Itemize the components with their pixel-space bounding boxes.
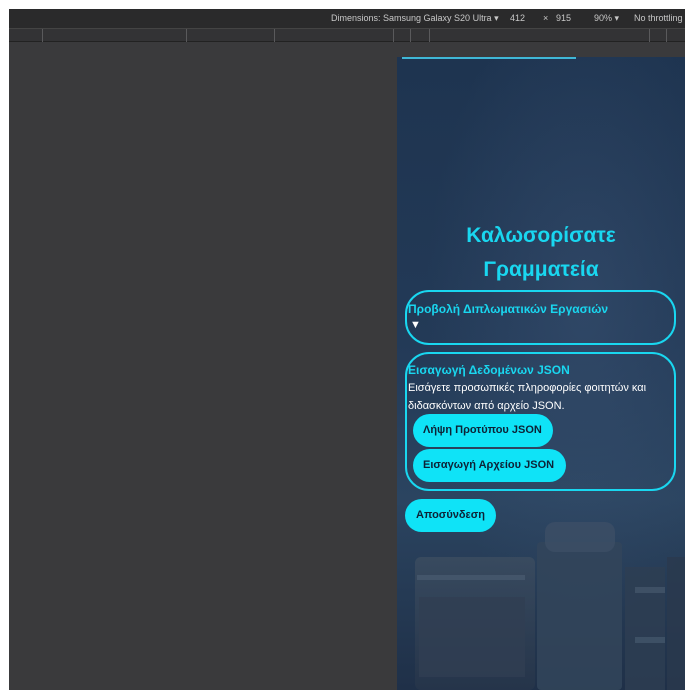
ruler-tick — [186, 29, 187, 42]
expand-toggle-icon[interactable]: ▼ — [410, 319, 674, 331]
download-template-button[interactable]: Λήψη Προτύπου JSON — [413, 414, 553, 447]
logout-button[interactable]: Αποσύνδεση — [405, 499, 496, 532]
ruler-tick — [429, 29, 430, 42]
ruler-tick — [393, 29, 394, 42]
viewport-height-input[interactable]: 915 — [556, 13, 571, 23]
devtools-window: Dimensions: Samsung Galaxy S20 Ultra ▾ 4… — [9, 9, 685, 690]
zoom-select[interactable]: 90% ▾ — [594, 13, 619, 24]
ruler-tick — [649, 29, 650, 42]
throttling-select[interactable]: No throttling — [634, 13, 683, 23]
json-import-title: Εισαγωγή Δεδομένων JSON — [408, 363, 570, 377]
welcome-line1: Καλωσορίσατε — [466, 224, 616, 247]
times-separator: × — [543, 13, 549, 23]
device-dimensions-select[interactable]: Dimensions: Samsung Galaxy S20 Ultra ▾ — [331, 13, 499, 24]
viewport-width-input[interactable]: 412 — [510, 13, 525, 23]
ruler-tick — [274, 29, 275, 42]
json-import-description: Εισάγετε προσωπικές πληροφορίες φοιτητών… — [408, 382, 647, 412]
header-accent-line — [402, 57, 576, 59]
theses-title: Προβολή Διπλωματικών Εργασιών — [408, 302, 609, 316]
ruler-tick — [410, 29, 411, 42]
welcome-line2: Γραμματεία — [483, 258, 599, 281]
ruler-tick — [42, 29, 43, 42]
import-json-button[interactable]: Εισαγωγή Αρχείου JSON — [413, 449, 566, 482]
media-query-ruler — [9, 28, 685, 42]
json-import-card: Εισαγωγή Δεδομένων JSON Εισάγετε προσωπι… — [405, 352, 676, 491]
welcome-heading: Καλωσορίσατε Γραμματεία — [397, 219, 685, 287]
device-toolbar: Dimensions: Samsung Galaxy S20 Ultra ▾ 4… — [9, 9, 685, 28]
device-viewport: Καλωσορίσατε Γραμματεία Προβολή Διπλωματ… — [397, 57, 685, 690]
ruler-tick — [666, 29, 667, 42]
theses-card[interactable]: Προβολή Διπλωματικών Εργασιών ▼ — [405, 290, 676, 345]
